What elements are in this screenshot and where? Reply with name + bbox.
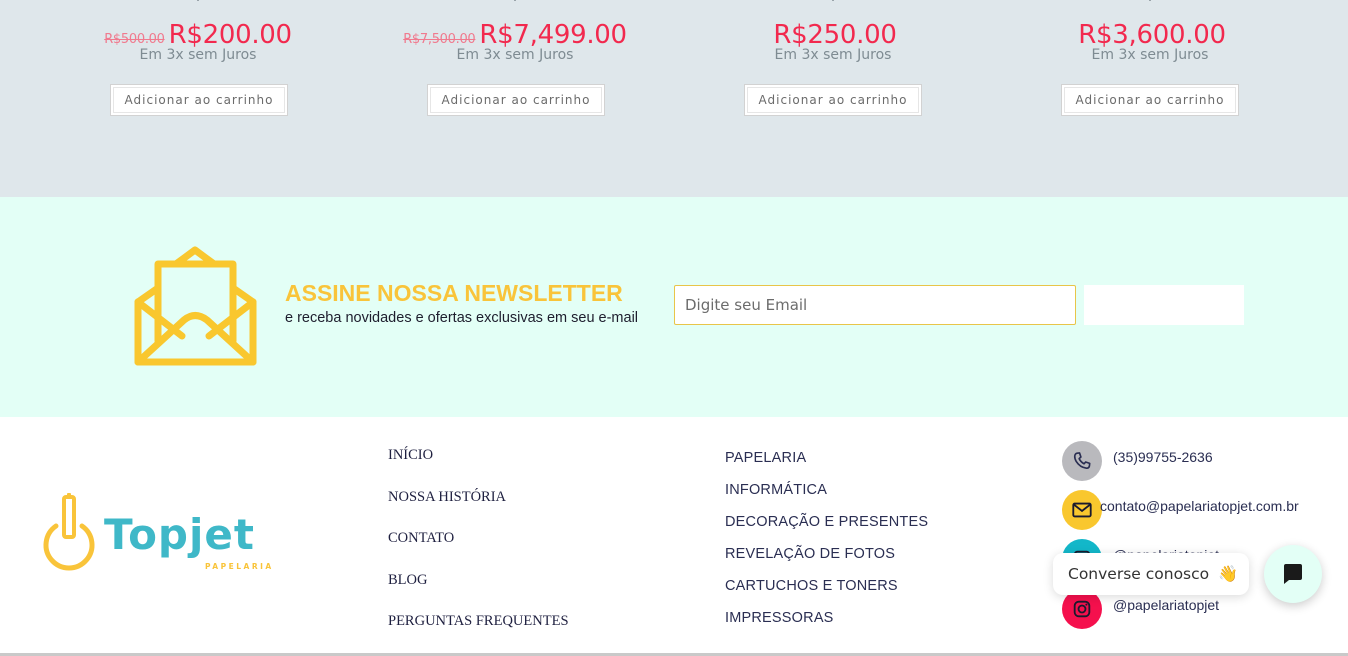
phone-icon[interactable]: [1062, 441, 1102, 481]
chat-prompt-label: Converse conosco: [1068, 565, 1210, 583]
current-price: R$7,499.00: [479, 20, 627, 50]
price-row: R$3,600.00: [990, 20, 1310, 50]
old-price: R$7,500.00: [403, 32, 476, 47]
phone-glyph-icon: [1073, 452, 1091, 469]
add-to-cart-button[interactable]: Adicionar ao carrinho: [1061, 84, 1239, 116]
newsletter-submit-button[interactable]: [1084, 285, 1244, 325]
footer-link-revelacao-fotos[interactable]: REVELAÇÃO DE FOTOS: [725, 546, 895, 562]
chat-launcher-button[interactable]: [1264, 545, 1322, 603]
newsletter-email-input[interactable]: [674, 285, 1076, 325]
envelope-open-icon: [134, 246, 257, 366]
email-icon[interactable]: [1062, 490, 1102, 530]
footer-link-decoracao-presentes[interactable]: DECORAÇÃO E PRESENTES: [725, 514, 928, 530]
logo-brand: Topjet: [104, 510, 255, 559]
price-row: R$500.00 R$200.00: [38, 20, 358, 50]
footer-link-cartuchos-toners[interactable]: CARTUCHOS E TONERS: [725, 578, 898, 594]
logo-tagline: PAPELARIA: [205, 562, 274, 571]
current-price: R$250.00: [773, 20, 897, 50]
newsletter-title: ASSINE NOSSA NEWSLETTER: [285, 280, 623, 306]
installments-text: Em 3x sem Juros: [456, 47, 574, 63]
divider: [1149, 0, 1151, 1]
installments-text: Em 3x sem Juros: [774, 47, 892, 63]
price-row: R$7,500.00 R$7,499.00: [355, 20, 675, 50]
chat-icon: [1284, 564, 1302, 584]
chat-prompt-bubble[interactable]: Converse conosco 👋: [1053, 553, 1249, 595]
product-strip: R$500.00 R$200.00 Em 3x sem Juros Adicion…: [0, 0, 1348, 197]
footer-link-perguntas-frequentes[interactable]: PERGUNTAS FREQUENTES: [388, 613, 569, 630]
footer-link-contato[interactable]: CONTATO: [388, 530, 454, 547]
contact-instagram[interactable]: @papelariatopjet: [1113, 597, 1219, 613]
add-to-cart-button[interactable]: Adicionar ao carrinho: [110, 84, 288, 116]
installments-text: Em 3x sem Juros: [139, 47, 257, 63]
envelope-glyph-icon: [1072, 502, 1092, 518]
footer-link-informatica[interactable]: INFORMÁTICA: [725, 482, 827, 498]
logo-mark: [43, 493, 95, 571]
footer-link-inicio[interactable]: INÍCIO: [388, 447, 433, 464]
divider: [197, 0, 199, 1]
add-to-cart-button[interactable]: Adicionar ao carrinho: [427, 84, 605, 116]
footer-link-nossa-historia[interactable]: NOSSA HISTÓRIA: [388, 489, 506, 506]
waving-hand-icon: 👋: [1218, 564, 1239, 583]
old-price: R$500.00: [104, 32, 165, 47]
instagram-glyph-icon: [1073, 600, 1091, 618]
current-price: R$3,600.00: [1078, 20, 1226, 50]
contact-email[interactable]: contato@papelariatopjet.com.br: [1100, 498, 1299, 514]
divider: [832, 0, 834, 1]
add-to-cart-button[interactable]: Adicionar ao carrinho: [744, 84, 922, 116]
footer-link-impressoras[interactable]: IMPRESSORAS: [725, 610, 834, 626]
price-row: R$250.00: [673, 20, 993, 50]
newsletter-section: ASSINE NOSSA NEWSLETTER e receba novidad…: [0, 197, 1348, 417]
footer-link-papelaria[interactable]: PAPELARIA: [725, 450, 806, 466]
footer-link-blog[interactable]: BLOG: [388, 572, 427, 589]
divider: [514, 0, 516, 1]
current-price: R$200.00: [168, 20, 292, 50]
installments-text: Em 3x sem Juros: [1091, 47, 1209, 63]
footer: Topjet PAPELARIA INÍCIO NOSSA HISTÓRIA C…: [0, 417, 1348, 656]
contact-phone[interactable]: (35)99755-2636: [1113, 449, 1213, 465]
newsletter-subtitle: e receba novidades e ofertas exclusivas …: [285, 310, 639, 326]
instagram-icon[interactable]: [1062, 589, 1102, 629]
topjet-logo[interactable]: Topjet PAPELARIA: [42, 493, 292, 571]
